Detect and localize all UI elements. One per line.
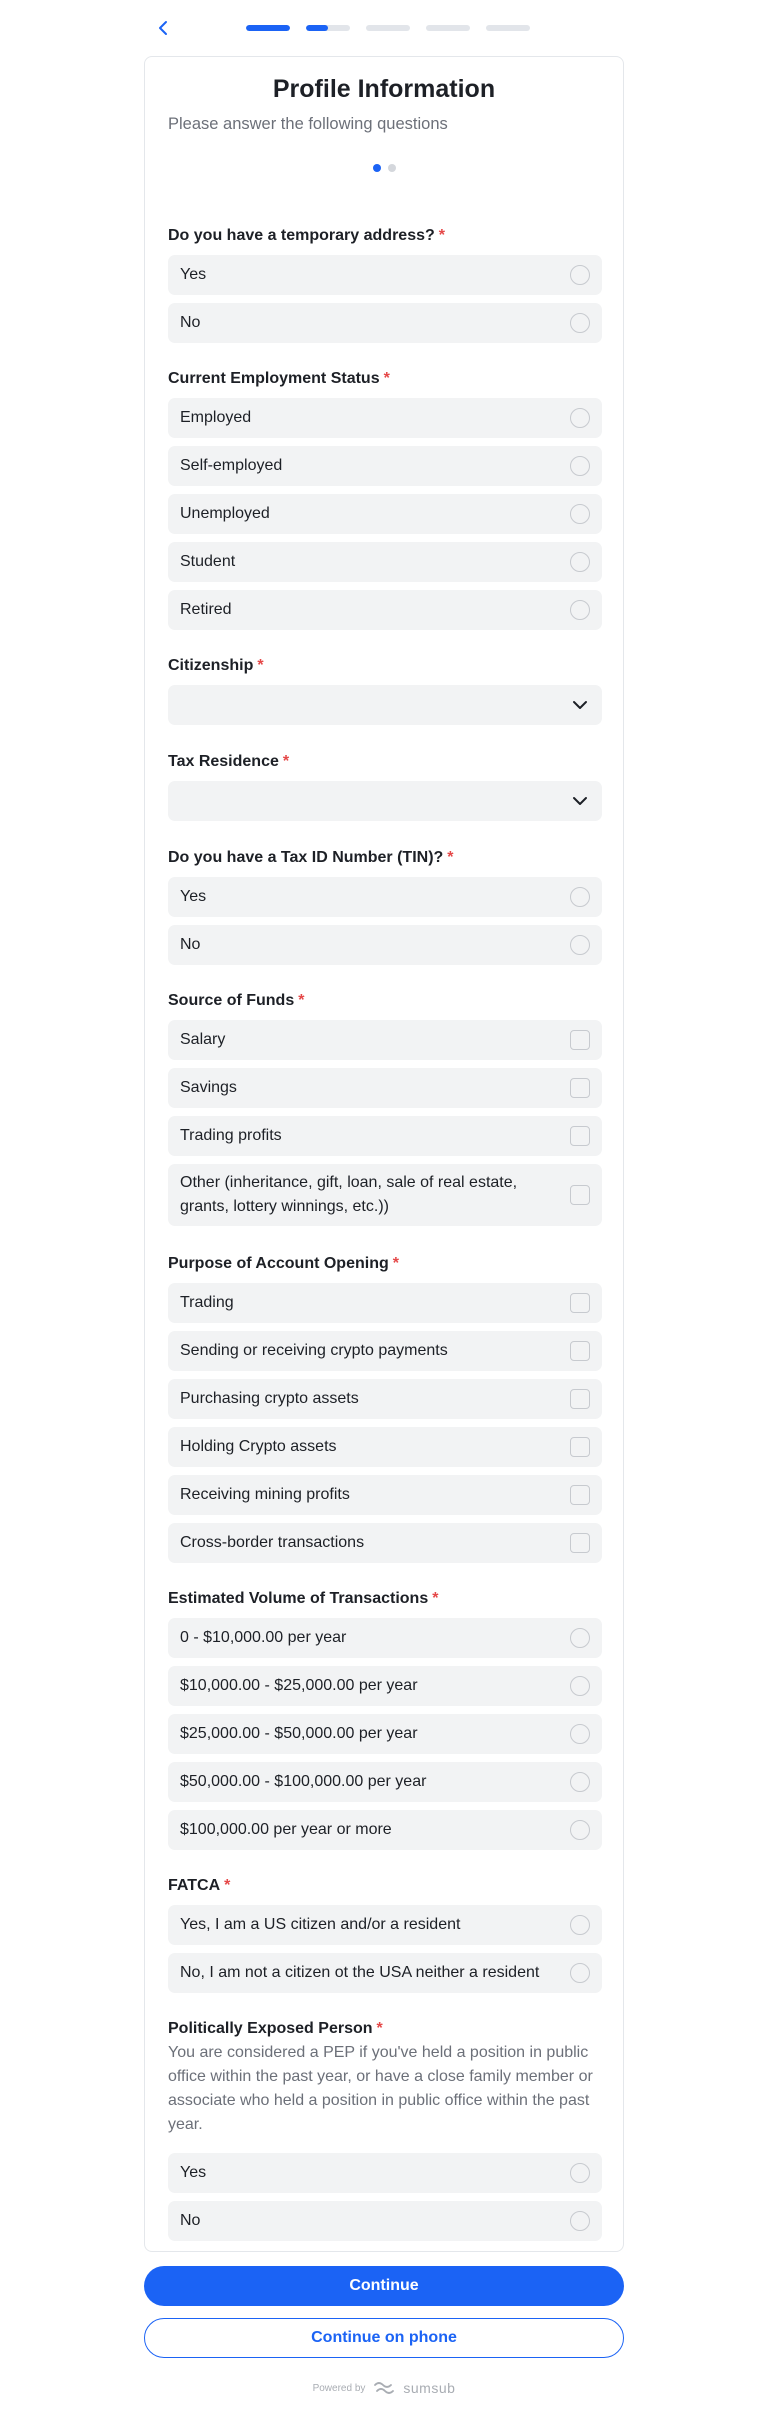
option-funds-savings[interactable]: Savings bbox=[168, 1068, 602, 1108]
chevron-left-icon bbox=[159, 21, 167, 35]
checkbox[interactable] bbox=[570, 1030, 590, 1050]
powered-by-label: Powered by bbox=[312, 2382, 366, 2394]
option-employment-employed[interactable]: Employed bbox=[168, 398, 602, 438]
radio-button[interactable] bbox=[570, 1820, 590, 1840]
option-volume-2[interactable]: $10,000.00 - $25,000.00 per year bbox=[168, 1666, 602, 1706]
option-funds-salary[interactable]: Salary bbox=[168, 1020, 602, 1060]
checkbox[interactable] bbox=[570, 1126, 590, 1146]
option-fatca-no[interactable]: No, I am not a citizen ot the USA neithe… bbox=[168, 1953, 602, 1993]
radio-button[interactable] bbox=[570, 1724, 590, 1744]
page-indicator bbox=[145, 164, 623, 172]
option-volume-4[interactable]: $50,000.00 - $100,000.00 per year bbox=[168, 1762, 602, 1802]
option-fatca-yes[interactable]: Yes, I am a US citizen and/or a resident bbox=[168, 1905, 602, 1945]
radio-button[interactable] bbox=[570, 1772, 590, 1792]
tax-residence-select[interactable] bbox=[168, 781, 602, 821]
radio-button[interactable] bbox=[570, 887, 590, 907]
checkbox[interactable] bbox=[570, 1437, 590, 1457]
checkbox[interactable] bbox=[570, 1341, 590, 1361]
question-pep-label: Politically Exposed Person * bbox=[168, 2020, 383, 2037]
radio-button[interactable] bbox=[570, 408, 590, 428]
option-volume-5[interactable]: $100,000.00 per year or more bbox=[168, 1810, 602, 1850]
page-dot-2 bbox=[387, 164, 396, 172]
radio-button[interactable] bbox=[570, 265, 590, 285]
radio-button[interactable] bbox=[570, 504, 590, 524]
question-temp-address-label: Do you have a temporary address? * bbox=[168, 227, 445, 244]
page-dot-1 bbox=[372, 164, 381, 172]
option-purpose-mining[interactable]: Receiving mining profits bbox=[168, 1475, 602, 1515]
checkbox[interactable] bbox=[570, 1485, 590, 1505]
radio-button[interactable] bbox=[570, 456, 590, 476]
option-purpose-cross-border[interactable]: Cross-border transactions bbox=[168, 1523, 602, 1563]
radio-button[interactable] bbox=[570, 2163, 590, 2183]
checkbox[interactable] bbox=[570, 1293, 590, 1313]
question-citizenship-label: Citizenship * bbox=[168, 657, 264, 674]
checkbox[interactable] bbox=[570, 1078, 590, 1098]
radio-button[interactable] bbox=[570, 1628, 590, 1648]
option-purpose-trading[interactable]: Trading bbox=[168, 1283, 602, 1323]
checkbox[interactable] bbox=[570, 1185, 590, 1205]
question-funds-label: Source of Funds * bbox=[168, 992, 305, 1009]
powered-by-footer: Powered by sumsub bbox=[0, 2380, 768, 2396]
progress-step-2 bbox=[306, 25, 350, 31]
option-pep-no[interactable]: No bbox=[168, 2201, 602, 2241]
radio-button[interactable] bbox=[570, 2211, 590, 2231]
progress-step-5 bbox=[486, 25, 530, 31]
option-temp-address-no[interactable]: No bbox=[168, 303, 602, 343]
question-volume-label: Estimated Volume of Transactions * bbox=[168, 1590, 439, 1607]
page-title: Profile Information bbox=[272, 75, 496, 103]
option-purpose-holding[interactable]: Holding Crypto assets bbox=[168, 1427, 602, 1467]
option-volume-1[interactable]: 0 - $10,000.00 per year bbox=[168, 1618, 602, 1658]
checkbox[interactable] bbox=[570, 1389, 590, 1409]
radio-button[interactable] bbox=[570, 935, 590, 955]
radio-button[interactable] bbox=[570, 1963, 590, 1983]
sumsub-logo-icon bbox=[374, 2382, 395, 2394]
progress-step-1 bbox=[246, 25, 290, 31]
option-purpose-purchasing[interactable]: Purchasing crypto assets bbox=[168, 1379, 602, 1419]
question-tax-residence-label: Tax Residence * bbox=[168, 753, 290, 770]
option-employment-unemployed[interactable]: Unemployed bbox=[168, 494, 602, 534]
question-employment-label: Current Employment Status * bbox=[168, 370, 390, 387]
continue-button[interactable]: Continue bbox=[144, 2266, 624, 2306]
radio-button[interactable] bbox=[570, 1915, 590, 1935]
brand-name: sumsub bbox=[403, 2380, 456, 2396]
question-tin-label: Do you have a Tax ID Number (TIN)? * bbox=[168, 849, 454, 866]
question-purpose-label: Purpose of Account Opening * bbox=[168, 1255, 399, 1272]
citizenship-select[interactable] bbox=[168, 685, 602, 725]
option-funds-trading-profits[interactable]: Trading profits bbox=[168, 1116, 602, 1156]
checkbox[interactable] bbox=[570, 1533, 590, 1553]
option-employment-self-employed[interactable]: Self-employed bbox=[168, 446, 602, 486]
question-pep-description: You are considered a PEP if you've held … bbox=[168, 2044, 593, 2133]
radio-button[interactable] bbox=[570, 313, 590, 333]
option-employment-retired[interactable]: Retired bbox=[168, 590, 602, 630]
option-tin-yes[interactable]: Yes bbox=[168, 877, 602, 917]
progress-step-4 bbox=[426, 25, 470, 31]
top-bar bbox=[0, 0, 768, 56]
progress-step-3 bbox=[366, 25, 410, 31]
radio-button[interactable] bbox=[570, 1676, 590, 1696]
option-pep-yes[interactable]: Yes bbox=[168, 2153, 602, 2193]
option-volume-3[interactable]: $25,000.00 - $50,000.00 per year bbox=[168, 1714, 602, 1754]
option-purpose-crypto-payments[interactable]: Sending or receiving crypto payments bbox=[168, 1331, 602, 1371]
page-subtitle: Please answer the following questions bbox=[168, 115, 448, 133]
continue-on-phone-button[interactable]: Continue on phone bbox=[144, 2318, 624, 2358]
back-button[interactable] bbox=[152, 16, 176, 40]
radio-button[interactable] bbox=[570, 600, 590, 620]
option-employment-student[interactable]: Student bbox=[168, 542, 602, 582]
option-funds-other[interactable]: Other (inheritance, gift, loan, sale of … bbox=[168, 1164, 602, 1226]
progress-steps bbox=[246, 25, 530, 31]
radio-button[interactable] bbox=[570, 552, 590, 572]
question-fatca-label: FATCA * bbox=[168, 1877, 231, 1894]
chevron-down-icon bbox=[570, 791, 590, 811]
chevron-down-icon bbox=[570, 695, 590, 715]
option-tin-no[interactable]: No bbox=[168, 925, 602, 965]
profile-card: Profile Information Please answer the fo… bbox=[144, 56, 624, 2252]
option-temp-address-yes[interactable]: Yes bbox=[168, 255, 602, 295]
